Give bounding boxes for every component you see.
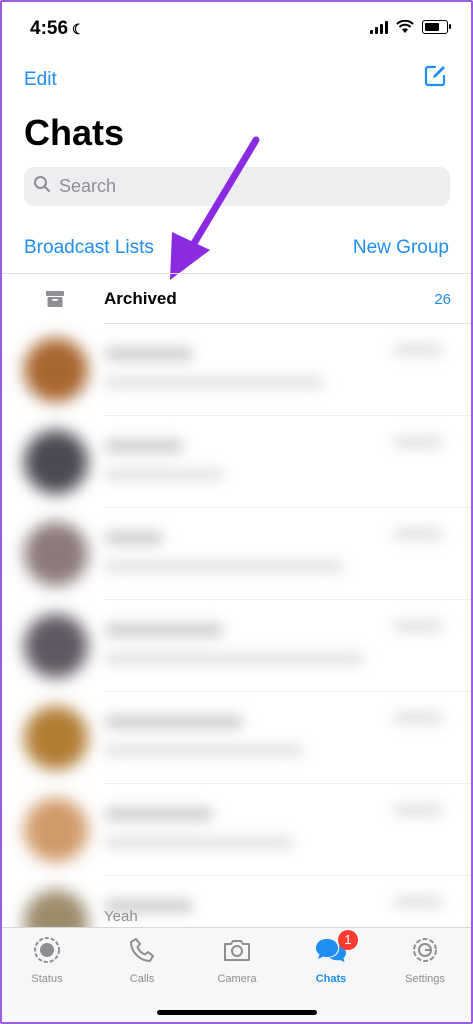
tab-camera[interactable]: Camera [202,936,272,985]
nav-bar: Edit [0,64,473,104]
avatar [24,430,88,494]
chat-time-blurred [393,528,443,540]
chat-preview-blurred [104,376,324,389]
chat-time-blurred [393,344,443,356]
archived-count: 26 [434,291,451,308]
archived-row[interactable]: Archived 26 [0,275,473,323]
chat-time-blurred [393,896,443,908]
battery-icon [422,20,451,34]
chat-row[interactable] [0,600,473,692]
status-bar: 4:56 ☾ [0,0,473,58]
chat-name-blurred [104,346,194,362]
tab-label: Status [31,973,63,985]
chat-preview-text: Yeah [104,908,138,925]
chat-preview-blurred [104,560,344,573]
chat-row[interactable] [0,416,473,508]
chat-name-blurred [104,714,244,730]
cellular-icon [370,20,388,34]
broadcast-lists-link[interactable]: Broadcast Lists [24,237,154,259]
chat-preview-blurred [104,652,364,665]
divider [0,273,473,274]
chat-preview-blurred [104,836,294,849]
camera-icon [224,940,250,961]
chat-preview-blurred [104,744,304,757]
wifi-icon [396,20,414,33]
home-indicator [156,1010,317,1015]
tab-label: Chats [315,973,347,985]
tab-settings[interactable]: Settings [390,936,460,985]
chat-row[interactable] [0,692,473,784]
search-icon [33,175,51,198]
phone-icon [130,938,154,962]
tab-calls[interactable]: Calls [107,936,177,985]
archive-icon [46,291,64,312]
status-icon [34,937,60,963]
tab-label: Settings [405,973,445,985]
edit-button[interactable]: Edit [24,69,57,91]
tab-label: Camera [217,973,257,985]
chat-time-blurred [393,804,443,816]
chat-name-blurred [104,438,184,454]
annotation-arrow [170,136,260,280]
chat-time-blurred [393,436,443,448]
status-icons [370,20,451,34]
compose-icon[interactable] [423,64,447,93]
chat-name-blurred [104,530,164,546]
chats-badge: 1 [338,930,358,950]
avatar [24,338,88,402]
focus-icon: ☾ [72,21,85,37]
chat-name-blurred [104,622,224,638]
avatar [24,706,88,770]
chat-row[interactable] [0,508,473,600]
avatar [24,522,88,586]
tab-chats[interactable]: 1 Chats [296,930,366,985]
gear-icon [413,938,437,962]
new-group-link[interactable]: New Group [353,237,449,259]
page-title: Chats [24,112,125,153]
archived-label: Archived [104,289,177,308]
tab-status[interactable]: Status [12,936,82,985]
tab-bar: Status Calls Camera 1 Chats Settings [0,927,473,1024]
chat-name-blurred [104,806,214,822]
chat-time-blurred [393,712,443,724]
avatar [24,798,88,862]
status-time: 4:56 ☾ [30,18,85,39]
chat-preview-blurred [104,468,224,481]
tab-label: Calls [129,973,155,985]
chat-time-blurred [393,620,443,632]
chat-row[interactable] [0,784,473,876]
avatar [24,614,88,678]
chat-row[interactable] [0,324,473,416]
